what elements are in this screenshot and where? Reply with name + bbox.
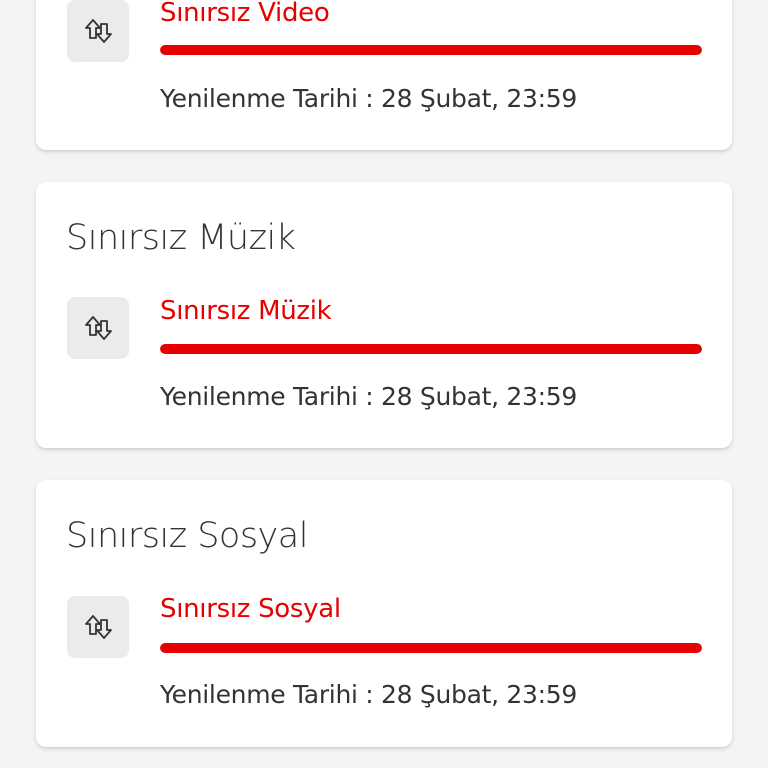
usage-progress-fill — [160, 45, 702, 55]
card-title: Sınırsız Müzik — [66, 218, 296, 258]
service-name: Sınırsız Sosyal — [160, 594, 341, 624]
package-list: Sınırsız Video Yenilenme Tarihi : 28 Şub… — [0, 0, 768, 768]
data-transfer-arrows-icon — [85, 19, 112, 43]
data-transfer-icon-box — [67, 596, 129, 658]
usage-progress-fill — [160, 643, 702, 653]
data-transfer-icon-box — [67, 297, 129, 359]
usage-progress-bar — [160, 643, 702, 653]
data-transfer-icon-box — [67, 0, 129, 62]
renewal-date-text: Yenilenme Tarihi : 28 Şubat, 23:59 — [160, 84, 577, 113]
data-transfer-arrows-icon — [85, 615, 112, 639]
package-card-social[interactable]: Sınırsız Sosyal Sınırsız Sosyal Yenilenm… — [36, 480, 732, 747]
usage-progress-bar — [160, 344, 702, 354]
package-card-music[interactable]: Sınırsız Müzik Sınırsız Müzik Yenilenme … — [36, 182, 732, 448]
usage-progress-fill — [160, 344, 702, 354]
renewal-date-text: Yenilenme Tarihi : 28 Şubat, 23:59 — [160, 680, 577, 709]
renewal-date-text: Yenilenme Tarihi : 28 Şubat, 23:59 — [160, 382, 577, 411]
service-name: Sınırsız Müzik — [160, 296, 332, 326]
package-card-video[interactable]: Sınırsız Video Yenilenme Tarihi : 28 Şub… — [36, 0, 732, 150]
service-name: Sınırsız Video — [160, 0, 330, 28]
usage-progress-bar — [160, 45, 702, 55]
card-title: Sınırsız Sosyal — [66, 516, 308, 556]
data-transfer-arrows-icon — [85, 316, 112, 340]
